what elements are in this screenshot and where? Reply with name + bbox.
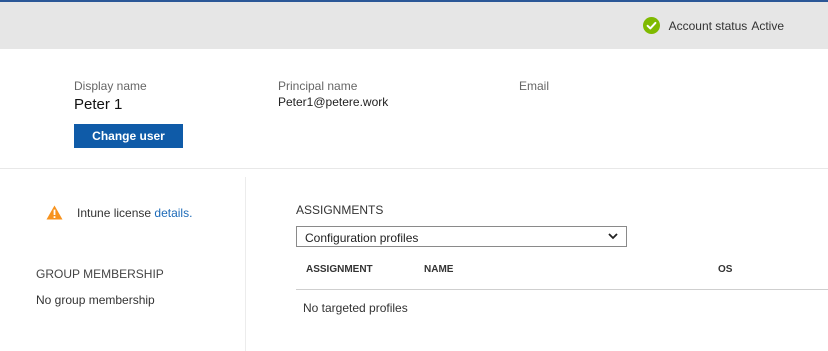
display-name-value: Peter 1: [74, 96, 123, 113]
principal-name-value: Peter1@petere.work: [278, 95, 389, 109]
column-header-assignment[interactable]: ASSIGNMENT: [306, 264, 373, 275]
column-header-os[interactable]: OS: [718, 264, 732, 275]
chevron-down-icon: [608, 233, 618, 240]
intune-license-notice: Intune license details.: [46, 205, 192, 220]
warning-icon: [46, 205, 63, 220]
group-membership-title: GROUP MEMBERSHIP: [36, 267, 164, 281]
account-status-label: Account status: [668, 18, 748, 33]
table-header-divider: [296, 289, 828, 290]
principal-name-label: Principal name: [278, 79, 358, 93]
account-status: Account status Active: [642, 17, 784, 34]
column-divider: [245, 177, 246, 351]
license-label: Intune license: [77, 205, 152, 220]
empty-table-message: No targeted profiles: [303, 301, 408, 315]
check-circle-icon: [642, 17, 660, 34]
assignment-type-select[interactable]: Configuration profiles: [296, 226, 627, 247]
display-name-label: Display name: [74, 79, 147, 93]
change-user-button[interactable]: Change user: [74, 124, 183, 148]
assignments-title: ASSIGNMENTS: [296, 203, 384, 217]
account-status-value: Active: [751, 18, 784, 33]
assignment-type-value: Configuration profiles: [305, 231, 419, 245]
account-status-bar: Account status Active: [0, 2, 828, 49]
section-divider: [0, 168, 828, 169]
license-details-link[interactable]: details.: [154, 206, 192, 220]
email-label: Email: [519, 79, 550, 93]
license-text: Intune license details.: [77, 206, 192, 220]
group-membership-empty: No group membership: [36, 293, 155, 307]
column-header-name[interactable]: NAME: [424, 264, 453, 275]
